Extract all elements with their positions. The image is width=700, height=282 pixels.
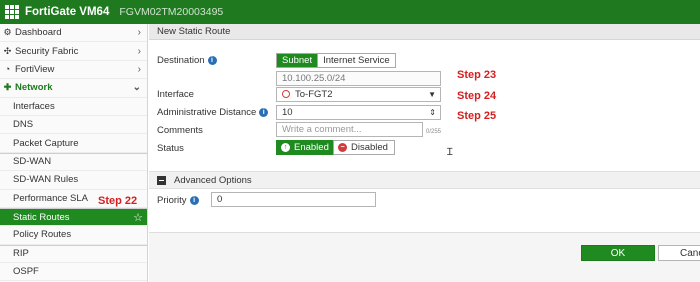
sidebar-item-sd-wan-rules[interactable]: SD-WAN Rules: [0, 171, 147, 190]
sidebar-item-label: Policy Routes: [13, 229, 72, 241]
sidebar-item-dashboard[interactable]: ⚙ Dashboard ›: [0, 24, 147, 43]
sidebar-item-label: RIP: [13, 248, 29, 260]
sidebar-item-ospf[interactable]: OSPF: [0, 263, 147, 282]
fabric-icon: ✣: [3, 45, 12, 56]
sidebar-item-packet-capture[interactable]: Packet Capture: [0, 134, 147, 153]
spinner-icon[interactable]: ⇕: [429, 106, 436, 119]
advanced-options-label: Advanced Options: [174, 174, 252, 186]
sidebar-item-sd-wan[interactable]: SD-WAN: [0, 152, 147, 172]
sidebar-item-policy-routes[interactable]: Policy Routes: [0, 226, 147, 245]
interface-icon: [282, 90, 290, 98]
sidebar-item-label: Interfaces: [13, 100, 55, 112]
chevron-right-icon: ›: [137, 45, 141, 57]
serial-number: FGVM02TM20003495: [119, 6, 224, 18]
step-22-annotation: Step 22: [98, 195, 138, 207]
product-name: FortiGate VM64: [25, 6, 110, 18]
step-23-annotation: Step 23: [457, 69, 497, 81]
sidebar-item-label: DNS: [13, 119, 34, 131]
admin-distance-label: Administrative Distance i: [157, 107, 269, 118]
subnet-option[interactable]: Subnet: [277, 54, 318, 67]
fortinet-logo-icon: [5, 5, 19, 19]
info-icon[interactable]: i: [259, 107, 269, 117]
admin-distance-value: 10: [282, 107, 293, 118]
step-25-annotation: Step 25: [457, 110, 497, 122]
sidebar-item-label: Performance SLA: [13, 192, 88, 204]
sidebar-item-interfaces[interactable]: Interfaces: [0, 98, 147, 116]
disabled-button[interactable]: − Disabled: [333, 140, 395, 155]
text-cursor-icon: Ɪ: [447, 147, 453, 158]
priority-input[interactable]: 0: [211, 192, 376, 207]
sidebar-item-label: Static Routes: [13, 211, 70, 223]
sidebar-item-rip[interactable]: RIP: [0, 244, 147, 264]
sidebar-item-label: OSPF: [13, 266, 39, 278]
sidebar-item-security-fabric[interactable]: ✣ Security Fabric ›: [0, 42, 147, 61]
chevron-right-icon: ›: [137, 63, 141, 75]
disabled-label: Disabled: [351, 142, 388, 153]
sidebar-item-label: Dashboard: [15, 27, 62, 39]
collapse-icon: [157, 175, 166, 185]
enabled-icon: ↑: [281, 143, 290, 152]
cancel-button[interactable]: Cancel: [658, 245, 700, 261]
comment-char-counter: 0/255: [426, 129, 442, 135]
interface-select[interactable]: To-FGT2 ▼: [276, 87, 441, 102]
priority-label-text: Priority: [157, 195, 187, 206]
top-bar: FortiGate VM64 FGVM02TM20003495: [0, 0, 700, 24]
comments-label: Comments: [157, 125, 203, 136]
chevron-down-icon: ⌄: [132, 82, 141, 94]
dialog-footer: OK Cancel: [149, 232, 700, 282]
main-panel: New Static Route Destination i Subnet Int…: [149, 24, 700, 282]
sidebar-item-label: FortiView: [15, 63, 55, 75]
page-title: New Static Route: [149, 24, 700, 40]
enabled-button[interactable]: ↑ Enabled: [276, 140, 336, 155]
comments-textarea[interactable]: Write a comment...: [276, 122, 423, 137]
internet-service-option[interactable]: Internet Service: [317, 54, 395, 67]
sidebar-item-static-routes[interactable]: Static Routes ☆: [0, 207, 147, 227]
enabled-label: Enabled: [294, 142, 329, 153]
sidebar: ⚙ Dashboard › ✣ Security Fabric › ◔ Fort…: [0, 24, 148, 282]
sidebar-item-label: SD-WAN Rules: [13, 174, 79, 186]
advanced-options-toggle[interactable]: Advanced Options: [149, 171, 700, 189]
admin-distance-input[interactable]: 10 ⇕: [276, 105, 441, 120]
info-icon[interactable]: i: [207, 55, 217, 65]
sidebar-item-dns[interactable]: DNS: [0, 116, 147, 135]
sidebar-item-label: Network: [15, 82, 53, 94]
sidebar-item-label: Security Fabric: [15, 45, 79, 57]
sidebar-item-label: Packet Capture: [13, 137, 79, 149]
favorite-star-icon[interactable]: ☆: [133, 211, 143, 224]
fortiview-icon: ◔: [4, 64, 11, 75]
interface-label: Interface: [157, 89, 194, 100]
status-label: Status: [157, 143, 184, 154]
sidebar-item-label: SD-WAN: [13, 156, 52, 168]
chevron-right-icon: ›: [137, 27, 141, 39]
disabled-icon: −: [338, 143, 347, 152]
sidebar-item-fortiview[interactable]: ◔ FortiView ›: [0, 61, 147, 80]
info-icon[interactable]: i: [189, 195, 199, 205]
destination-label: Destination i: [157, 55, 217, 66]
destination-subnet-field[interactable]: 10.100.25.0/24: [276, 71, 441, 86]
step-24-annotation: Step 24: [457, 90, 497, 102]
network-icon: ✚: [3, 82, 12, 93]
chevron-down-icon: ▼: [428, 90, 436, 99]
admin-distance-label-text: Administrative Distance: [157, 107, 257, 118]
priority-label: Priority i: [157, 195, 199, 206]
interface-value: To-FGT2: [295, 89, 333, 100]
ok-button[interactable]: OK: [581, 245, 655, 261]
dashboard-icon: ⚙: [3, 27, 12, 38]
destination-label-text: Destination: [157, 55, 205, 66]
destination-type-toggle: Subnet Internet Service: [276, 53, 396, 68]
sidebar-item-network[interactable]: ✚ Network ⌄: [0, 79, 147, 98]
